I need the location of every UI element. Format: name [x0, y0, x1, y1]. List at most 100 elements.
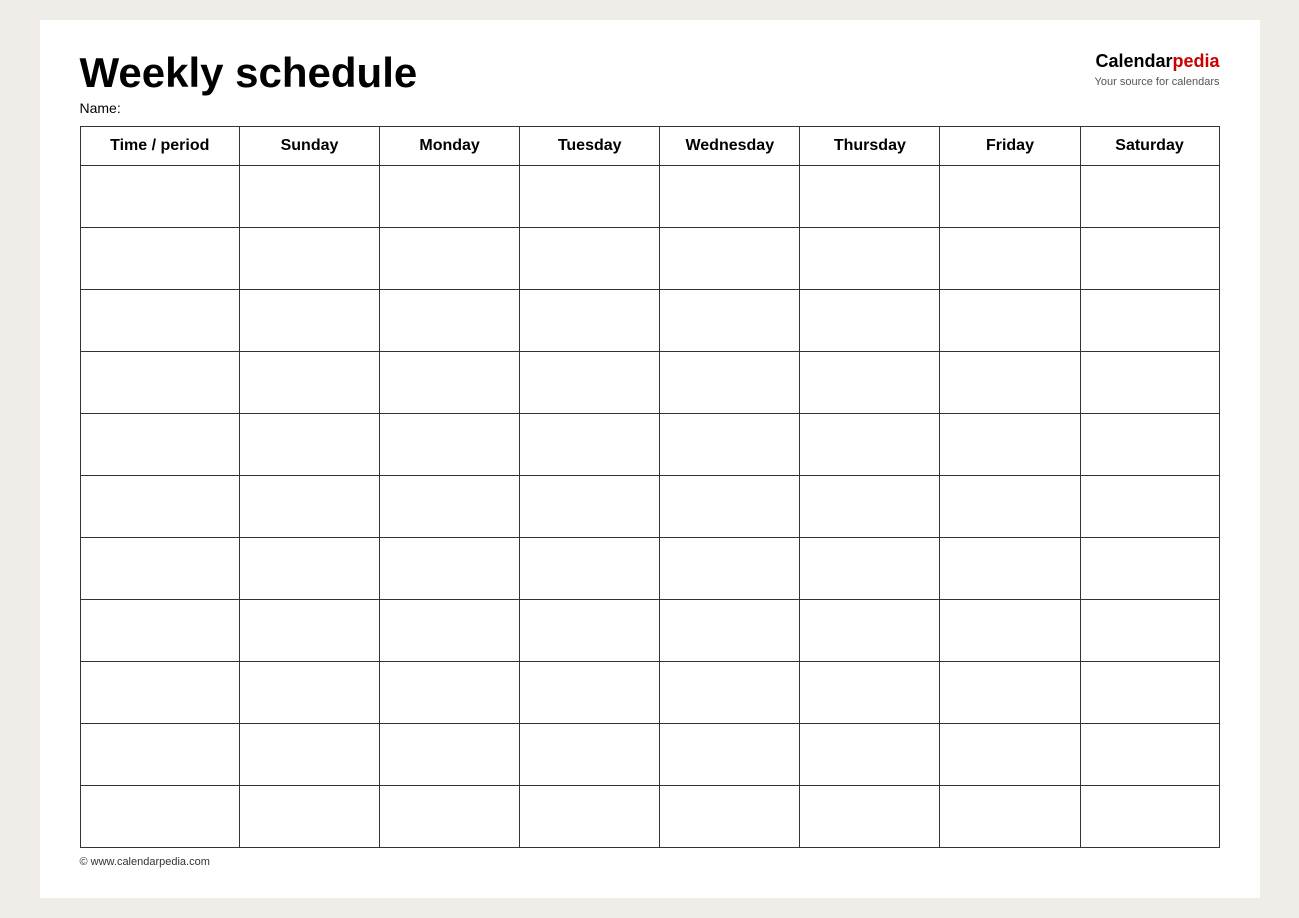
thursday-cell[interactable] [800, 414, 940, 476]
tuesday-cell[interactable] [520, 786, 660, 848]
sunday-cell[interactable] [239, 352, 379, 414]
thursday-cell[interactable] [800, 166, 940, 228]
sunday-cell[interactable] [239, 476, 379, 538]
friday-cell[interactable] [940, 724, 1080, 786]
monday-cell[interactable] [380, 600, 520, 662]
wednesday-cell[interactable] [660, 228, 800, 290]
time-cell[interactable] [80, 166, 239, 228]
monday-cell[interactable] [380, 662, 520, 724]
logo-section: Calendarpedia Your source for calendars [1095, 50, 1220, 90]
header-row: Weekly schedule Name: Calendarpedia Your… [80, 50, 1220, 116]
saturday-cell[interactable] [1080, 414, 1219, 476]
monday-cell[interactable] [380, 786, 520, 848]
wednesday-cell[interactable] [660, 414, 800, 476]
col-header-wednesday: Wednesday [660, 127, 800, 166]
col-header-saturday: Saturday [1080, 127, 1219, 166]
time-cell[interactable] [80, 290, 239, 352]
tuesday-cell[interactable] [520, 476, 660, 538]
saturday-cell[interactable] [1080, 724, 1219, 786]
wednesday-cell[interactable] [660, 662, 800, 724]
sunday-cell[interactable] [239, 662, 379, 724]
friday-cell[interactable] [940, 166, 1080, 228]
tuesday-cell[interactable] [520, 724, 660, 786]
wednesday-cell[interactable] [660, 476, 800, 538]
thursday-cell[interactable] [800, 662, 940, 724]
saturday-cell[interactable] [1080, 290, 1219, 352]
table-row [80, 538, 1219, 600]
monday-cell[interactable] [380, 352, 520, 414]
friday-cell[interactable] [940, 352, 1080, 414]
thursday-cell[interactable] [800, 352, 940, 414]
tuesday-cell[interactable] [520, 290, 660, 352]
sunday-cell[interactable] [239, 786, 379, 848]
tuesday-cell[interactable] [520, 228, 660, 290]
table-row [80, 662, 1219, 724]
tuesday-cell[interactable] [520, 352, 660, 414]
saturday-cell[interactable] [1080, 662, 1219, 724]
wednesday-cell[interactable] [660, 352, 800, 414]
time-cell[interactable] [80, 724, 239, 786]
monday-cell[interactable] [380, 228, 520, 290]
saturday-cell[interactable] [1080, 228, 1219, 290]
thursday-cell[interactable] [800, 724, 940, 786]
saturday-cell[interactable] [1080, 166, 1219, 228]
monday-cell[interactable] [380, 414, 520, 476]
monday-cell[interactable] [380, 290, 520, 352]
thursday-cell[interactable] [800, 476, 940, 538]
wednesday-cell[interactable] [660, 724, 800, 786]
table-row [80, 786, 1219, 848]
sunday-cell[interactable] [239, 166, 379, 228]
friday-cell[interactable] [940, 290, 1080, 352]
sunday-cell[interactable] [239, 228, 379, 290]
time-cell[interactable] [80, 786, 239, 848]
time-cell[interactable] [80, 352, 239, 414]
sunday-cell[interactable] [239, 600, 379, 662]
saturday-cell[interactable] [1080, 600, 1219, 662]
thursday-cell[interactable] [800, 786, 940, 848]
friday-cell[interactable] [940, 662, 1080, 724]
tuesday-cell[interactable] [520, 414, 660, 476]
table-row [80, 166, 1219, 228]
table-row [80, 352, 1219, 414]
wednesday-cell[interactable] [660, 786, 800, 848]
sunday-cell[interactable] [239, 414, 379, 476]
time-cell[interactable] [80, 476, 239, 538]
monday-cell[interactable] [380, 538, 520, 600]
tuesday-cell[interactable] [520, 538, 660, 600]
saturday-cell[interactable] [1080, 352, 1219, 414]
time-cell[interactable] [80, 600, 239, 662]
friday-cell[interactable] [940, 228, 1080, 290]
friday-cell[interactable] [940, 600, 1080, 662]
sunday-cell[interactable] [239, 724, 379, 786]
thursday-cell[interactable] [800, 290, 940, 352]
thursday-cell[interactable] [800, 228, 940, 290]
time-cell[interactable] [80, 538, 239, 600]
schedule-table: Time / period Sunday Monday Tuesday Wedn… [80, 126, 1220, 848]
monday-cell[interactable] [380, 476, 520, 538]
wednesday-cell[interactable] [660, 600, 800, 662]
time-cell[interactable] [80, 662, 239, 724]
time-cell[interactable] [80, 228, 239, 290]
friday-cell[interactable] [940, 476, 1080, 538]
time-cell[interactable] [80, 414, 239, 476]
thursday-cell[interactable] [800, 538, 940, 600]
sunday-cell[interactable] [239, 538, 379, 600]
wednesday-cell[interactable] [660, 290, 800, 352]
saturday-cell[interactable] [1080, 476, 1219, 538]
monday-cell[interactable] [380, 724, 520, 786]
friday-cell[interactable] [940, 414, 1080, 476]
friday-cell[interactable] [940, 786, 1080, 848]
table-row [80, 414, 1219, 476]
thursday-cell[interactable] [800, 600, 940, 662]
wednesday-cell[interactable] [660, 538, 800, 600]
saturday-cell[interactable] [1080, 786, 1219, 848]
table-header-row: Time / period Sunday Monday Tuesday Wedn… [80, 127, 1219, 166]
sunday-cell[interactable] [239, 290, 379, 352]
tuesday-cell[interactable] [520, 600, 660, 662]
saturday-cell[interactable] [1080, 538, 1219, 600]
wednesday-cell[interactable] [660, 166, 800, 228]
tuesday-cell[interactable] [520, 166, 660, 228]
monday-cell[interactable] [380, 166, 520, 228]
tuesday-cell[interactable] [520, 662, 660, 724]
friday-cell[interactable] [940, 538, 1080, 600]
